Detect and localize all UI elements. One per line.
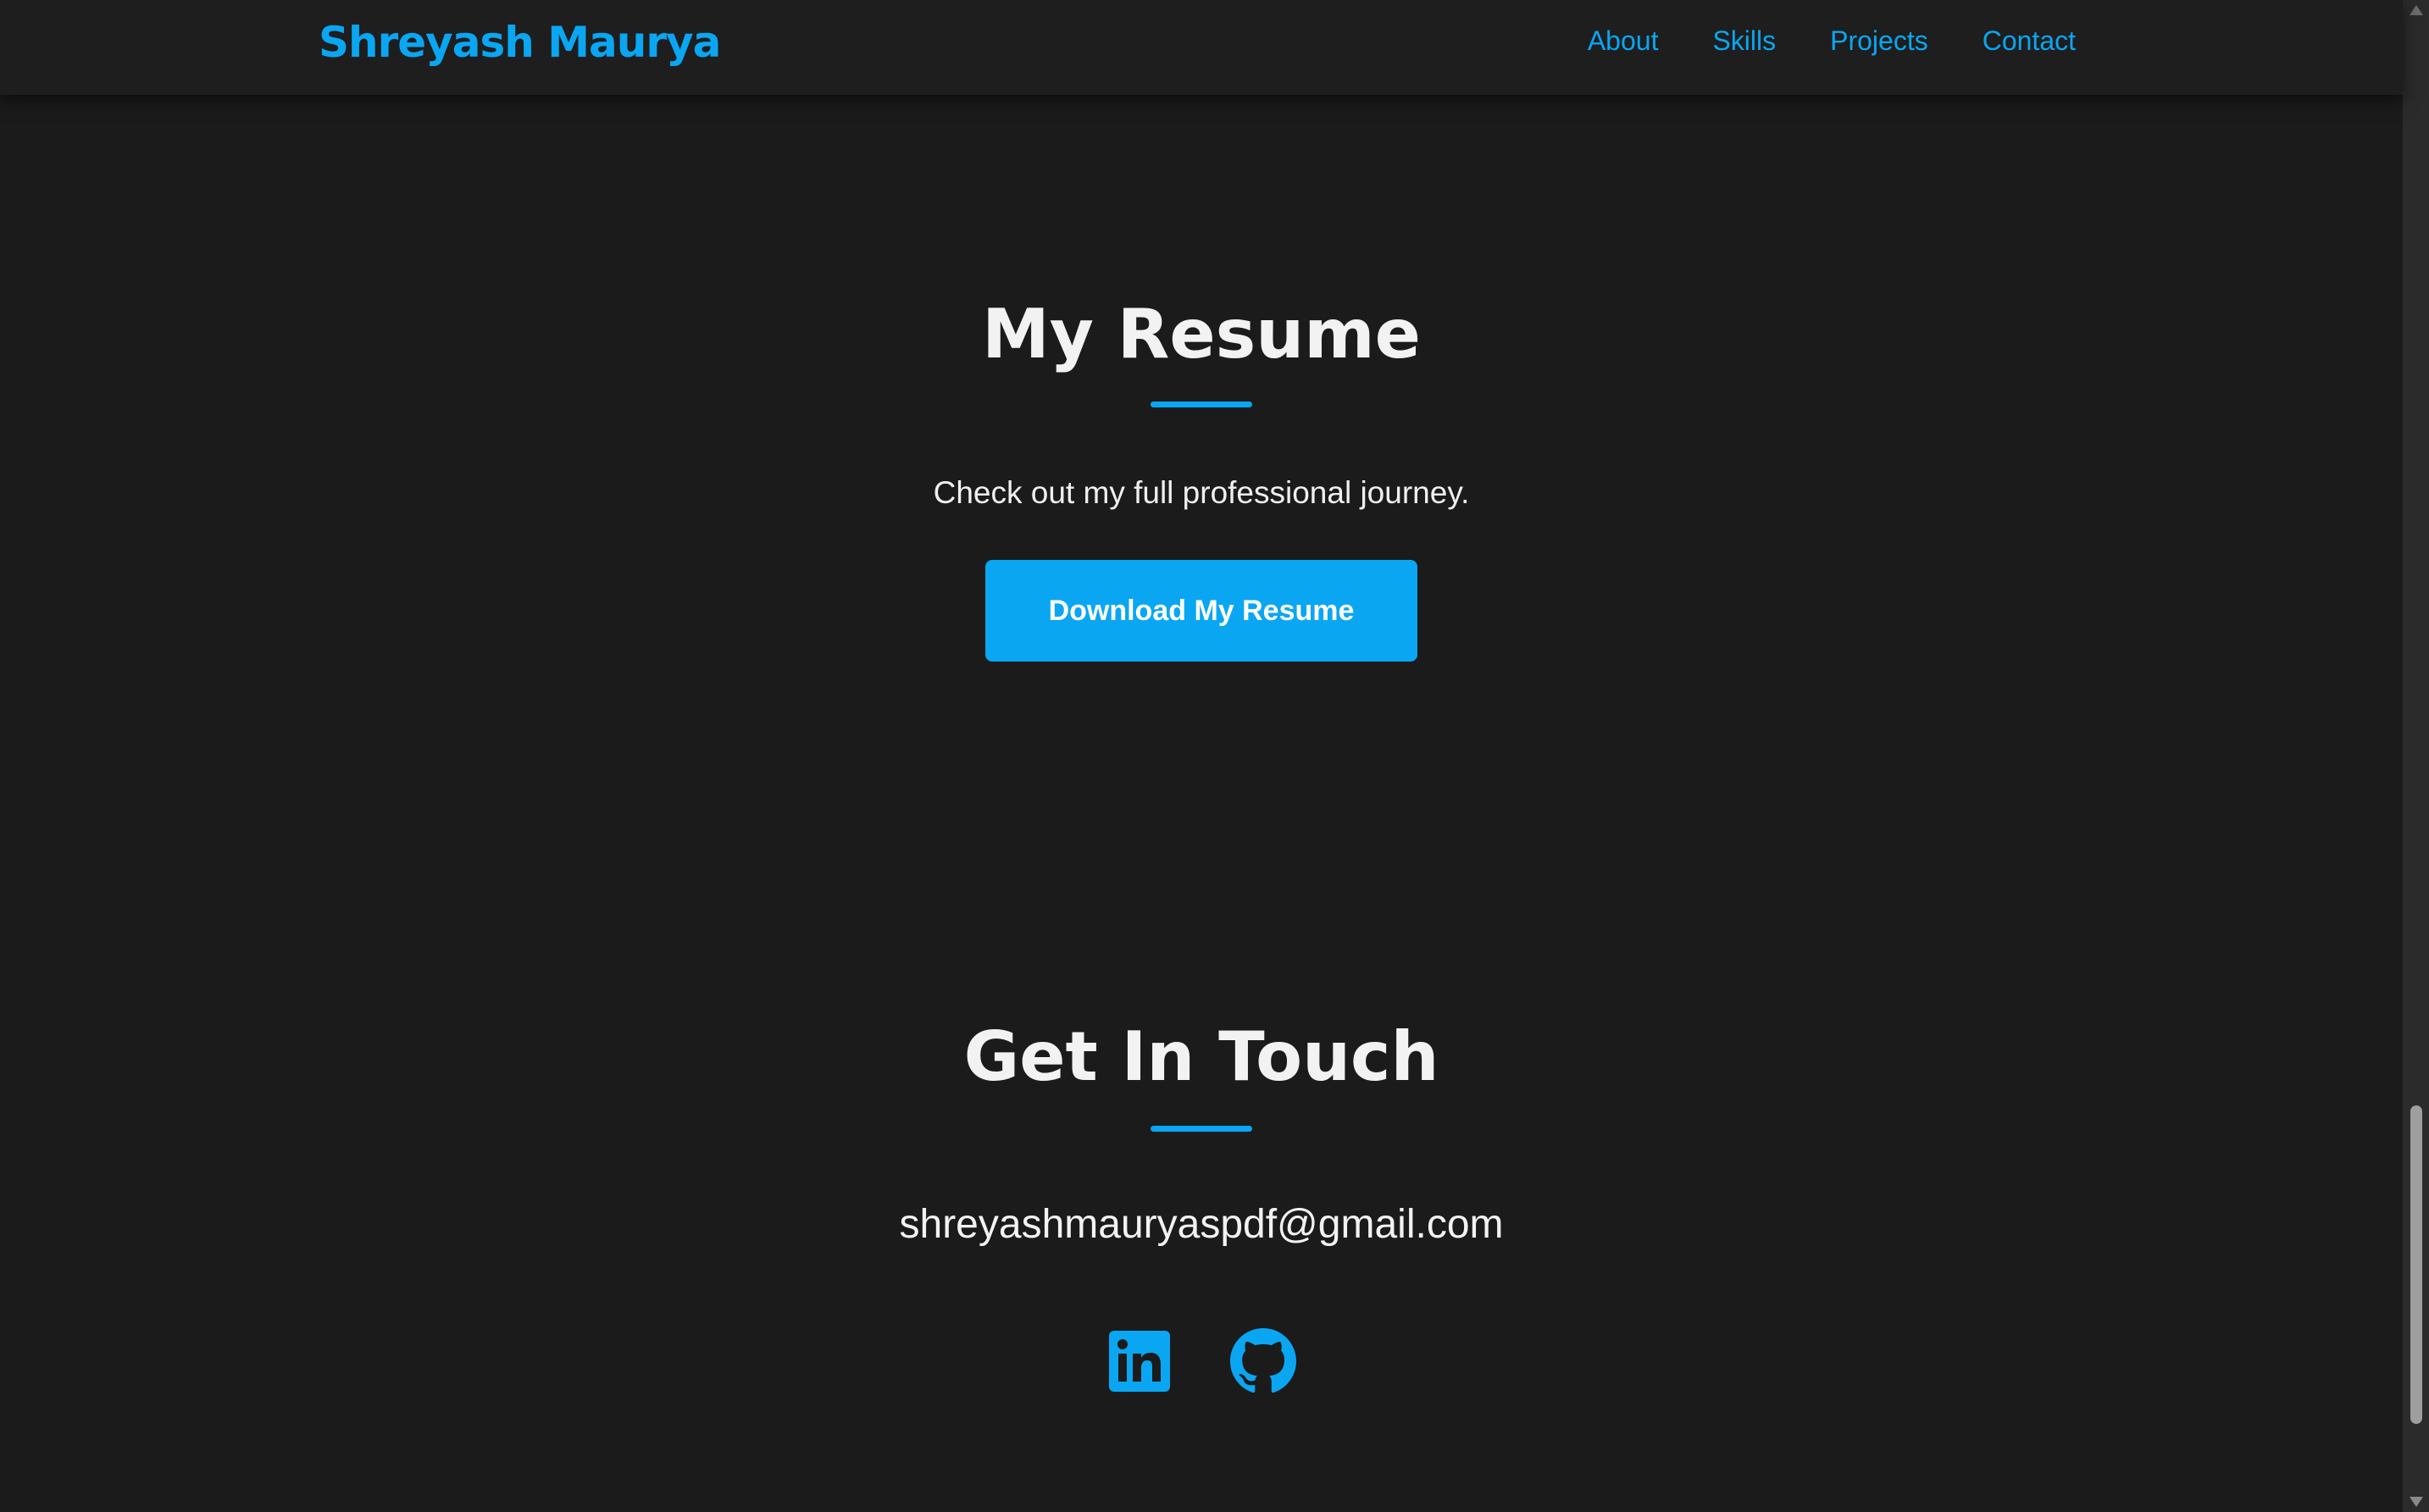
resume-section: My Resume Check out my full professional… <box>0 288 2403 662</box>
page-scrollbar[interactable] <box>2403 0 2429 1512</box>
contact-title: Get In Touch <box>963 1017 1439 1096</box>
nav-link-contact[interactable]: Contact <box>1983 19 2076 63</box>
resume-title-underline <box>1151 402 1252 407</box>
scroll-thumb[interactable] <box>2410 1105 2422 1424</box>
resume-subtitle: Check out my full professional journey. <box>933 475 1470 510</box>
github-link[interactable] <box>1230 1328 1296 1394</box>
contact-section: Get In Touch shreyashmauryaspdf@gmail.co… <box>0 1011 2403 1394</box>
linkedin-icon <box>1109 1331 1170 1392</box>
top-navbar: Shreyash Maurya About Skills Projects Co… <box>0 0 2403 95</box>
download-resume-button[interactable]: Download My Resume <box>985 560 1417 662</box>
main-nav: About Skills Projects Contact <box>1588 19 2076 63</box>
contact-title-underline <box>1151 1126 1252 1132</box>
linkedin-link[interactable] <box>1106 1328 1173 1394</box>
resume-title: My Resume <box>982 295 1421 374</box>
github-icon <box>1230 1328 1296 1393</box>
page: Shreyash Maurya About Skills Projects Co… <box>0 0 2429 1512</box>
nav-link-skills[interactable]: Skills <box>1712 19 1776 63</box>
nav-link-about[interactable]: About <box>1588 19 1659 63</box>
scroll-down-arrow-icon[interactable] <box>2410 1497 2423 1507</box>
contact-email[interactable]: shreyashmauryaspdf@gmail.com <box>0 1199 2403 1250</box>
brand-logo-text[interactable]: Shreyash Maurya <box>319 12 721 73</box>
social-links <box>0 1328 2403 1394</box>
scroll-up-arrow-icon[interactable] <box>2410 5 2423 15</box>
nav-link-projects[interactable]: Projects <box>1830 19 1928 63</box>
